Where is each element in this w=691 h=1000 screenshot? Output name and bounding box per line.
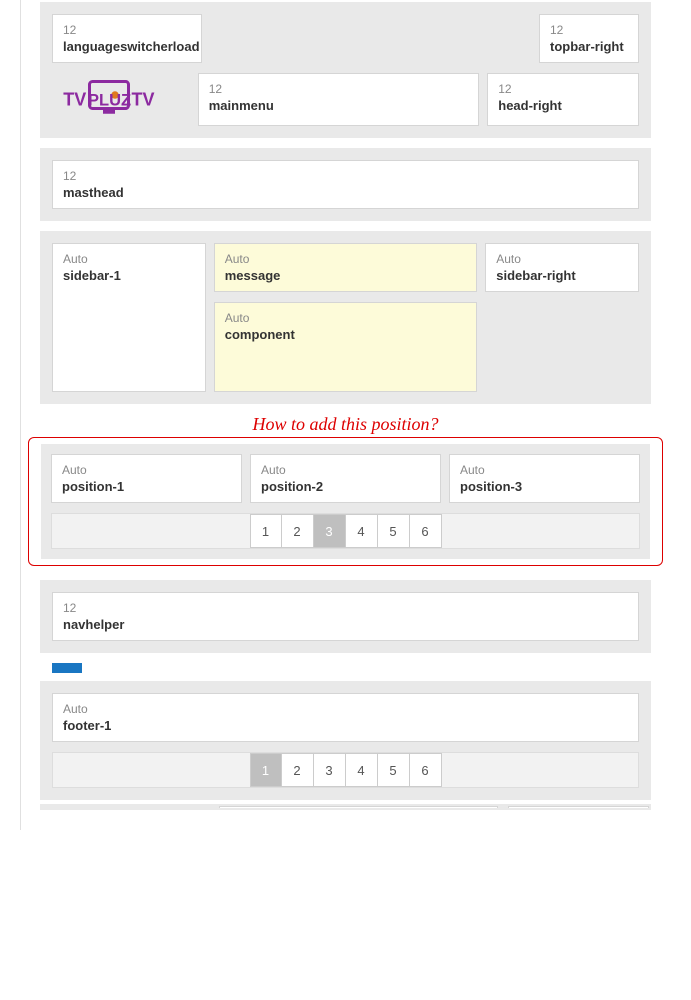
position-footer-1[interactable]: Auto footer-1 <box>52 693 639 742</box>
position-2[interactable]: Auto position-2 <box>250 454 441 503</box>
footer-pagination-wrap: 123456 <box>52 752 639 788</box>
position-message[interactable]: Auto message <box>214 243 478 292</box>
position-topbar-right[interactable]: 12 topbar-right <box>539 14 639 63</box>
position-width: Auto <box>63 252 195 266</box>
position-width: Auto <box>261 463 430 477</box>
position-width: 12 <box>63 23 191 37</box>
position-width: Auto <box>496 252 628 266</box>
position-width: Auto <box>225 311 467 325</box>
position-name: masthead <box>63 185 628 200</box>
svg-text:PLUZ: PLUZ <box>88 92 131 110</box>
position-width: 12 <box>498 82 628 96</box>
svg-text:TV: TV <box>131 90 154 110</box>
position-width: Auto <box>460 463 629 477</box>
page-2[interactable]: 2 <box>282 514 314 548</box>
position-width: Auto <box>225 252 467 266</box>
page-5[interactable]: 5 <box>378 753 410 787</box>
position-name: message <box>225 268 467 283</box>
page-3[interactable]: 3 <box>314 753 346 787</box>
position-name: sidebar-right <box>496 268 628 283</box>
position-sidebar-right[interactable]: Auto sidebar-right <box>485 243 639 292</box>
page-6[interactable]: 6 <box>410 514 442 548</box>
position-3[interactable]: Auto position-3 <box>449 454 640 503</box>
content-section: Auto sidebar-1 Auto message Auto compone… <box>40 231 651 404</box>
page-4[interactable]: 4 <box>346 753 378 787</box>
page-5[interactable]: 5 <box>378 514 410 548</box>
annotation-text: How to add this position? <box>40 414 651 435</box>
page-1[interactable]: 1 <box>250 753 282 787</box>
page-1[interactable]: 1 <box>250 514 282 548</box>
position-name: component <box>225 327 467 342</box>
position-width: Auto <box>63 702 628 716</box>
next-section <box>40 804 651 810</box>
position-width: Auto <box>62 463 231 477</box>
position-width: 12 <box>550 23 628 37</box>
position-name: position-2 <box>261 479 430 494</box>
page-6[interactable]: 6 <box>410 753 442 787</box>
page-3[interactable]: 3 <box>314 514 346 548</box>
page-4[interactable]: 4 <box>346 514 378 548</box>
position-name: footer-1 <box>63 718 628 733</box>
position-masthead[interactable]: 12 masthead <box>52 160 639 209</box>
position-width: 12 <box>63 169 628 183</box>
positions-pagination: 123456 <box>250 514 442 548</box>
position-name: navhelper <box>63 617 628 632</box>
position-head-right[interactable]: 12 head-right <box>487 73 639 126</box>
position-1[interactable]: Auto position-1 <box>51 454 242 503</box>
blue-accent-bar <box>52 663 82 673</box>
position-languageswitcherload[interactable]: 12 languageswitcherload <box>52 14 202 63</box>
position-navhelper[interactable]: 12 navhelper <box>52 592 639 641</box>
position-name: head-right <box>498 98 628 113</box>
position-component[interactable]: Auto component <box>214 302 478 392</box>
svg-text:TV: TV <box>63 90 86 110</box>
position-name: position-3 <box>460 479 629 494</box>
topbar-section: 12 languageswitcherload 12 topbar-right … <box>40 2 651 138</box>
position-width: 12 <box>209 82 469 96</box>
position-name: mainmenu <box>209 98 469 113</box>
position-name: topbar-right <box>550 39 628 54</box>
masthead-section: 12 masthead <box>40 148 651 221</box>
position-name: languageswitcherload <box>63 39 191 54</box>
footer-pagination: 123456 <box>250 753 442 787</box>
position-width: 12 <box>63 601 628 615</box>
divider-line <box>20 0 21 830</box>
footer-section: Auto footer-1 123456 <box>40 681 651 800</box>
highlighted-block: Auto position-1 Auto position-2 Auto pos… <box>28 437 663 566</box>
positions-pagination-wrap: 123456 <box>51 513 640 549</box>
position-name: sidebar-1 <box>63 268 195 283</box>
position-name: position-1 <box>62 479 231 494</box>
logo-box: TV TV PLUZ <box>52 73 190 126</box>
spacer <box>210 14 531 63</box>
position-sidebar-1[interactable]: Auto sidebar-1 <box>52 243 206 392</box>
page-2[interactable]: 2 <box>282 753 314 787</box>
position-mainmenu[interactable]: 12 mainmenu <box>198 73 480 126</box>
tvpluz-logo-icon: TV TV PLUZ <box>61 77 181 122</box>
navhelper-section: 12 navhelper <box>40 580 651 653</box>
